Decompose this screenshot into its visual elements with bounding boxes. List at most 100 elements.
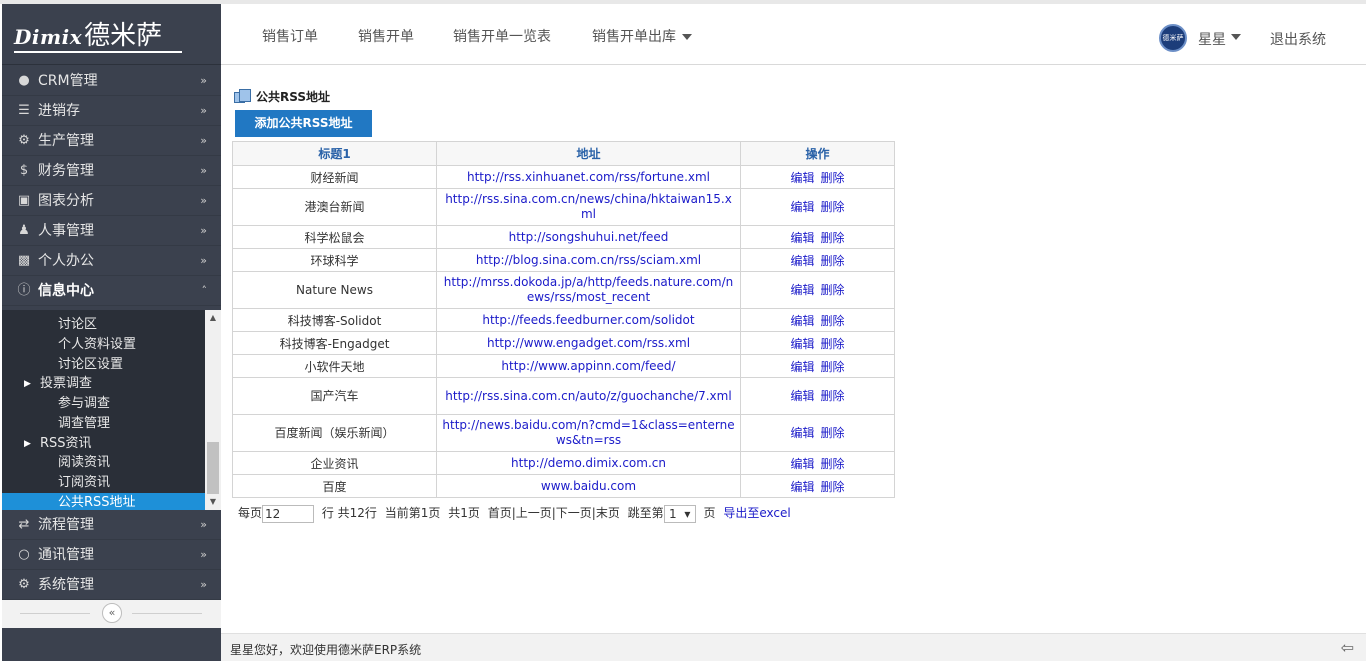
add-public-rss-button[interactable]: 添加公共RSS地址 bbox=[235, 110, 372, 137]
edit-link[interactable]: 编辑 bbox=[790, 200, 814, 214]
chevron-down-icon: » bbox=[200, 254, 207, 267]
submenu-item-subscribe-news[interactable]: 订阅资讯 bbox=[2, 473, 205, 493]
delete-link[interactable]: 删除 bbox=[821, 360, 845, 374]
sidebar-item-label: 进销存 bbox=[38, 103, 80, 119]
sidebar-item-finance[interactable]: $ 财务管理 » bbox=[2, 156, 221, 186]
delete-link[interactable]: 删除 bbox=[821, 480, 845, 494]
delete-link[interactable]: 删除 bbox=[821, 254, 845, 268]
jump-page-select[interactable]: 1 ▾ bbox=[663, 504, 696, 523]
scroll-down-icon[interactable]: ▼ bbox=[205, 494, 221, 510]
delete-link[interactable]: 删除 bbox=[821, 283, 845, 297]
rss-url-cell[interactable]: www.baidu.com bbox=[436, 474, 741, 498]
edit-link[interactable]: 编辑 bbox=[790, 480, 814, 494]
nav-sales-billing-list[interactable]: 销售开单一览表 bbox=[453, 26, 551, 46]
submenu-item-forum-settings[interactable]: 讨论区设置 bbox=[2, 355, 205, 375]
rss-title-cell: 科学松鼠会 bbox=[232, 225, 437, 249]
page-nav-links[interactable]: 首页|上一页|下一页|末页 bbox=[488, 506, 620, 520]
caret-down-icon[interactable] bbox=[1231, 34, 1241, 40]
delete-link[interactable]: 删除 bbox=[821, 426, 845, 440]
edit-link[interactable]: 编辑 bbox=[790, 231, 814, 245]
rss-url-cell[interactable]: http://feeds.feedburner.com/solidot bbox=[436, 308, 741, 332]
delete-link[interactable]: 删除 bbox=[821, 171, 845, 185]
nav-sales-order[interactable]: 销售订单 bbox=[262, 26, 318, 46]
chevron-down-icon: » bbox=[200, 74, 207, 87]
sidebar-item-inventory[interactable]: ☰ 进销存 » bbox=[2, 96, 221, 126]
delete-link[interactable]: 删除 bbox=[821, 314, 845, 328]
sidebar-item-charts[interactable]: ▣ 图表分析 » bbox=[2, 186, 221, 216]
back-arrow-icon[interactable]: ⇦ bbox=[1341, 638, 1354, 657]
edit-link[interactable]: 编辑 bbox=[790, 389, 814, 403]
submenu-item-public-rss[interactable]: 公共RSS地址 bbox=[2, 493, 205, 510]
logout-link[interactable]: 退出系统 bbox=[1270, 29, 1326, 49]
rss-url-cell[interactable]: http://rss.sina.com.cn/news/china/hktaiw… bbox=[436, 188, 741, 226]
edit-link[interactable]: 编辑 bbox=[790, 426, 814, 440]
sidebar-item-hr[interactable]: ♟ 人事管理 » bbox=[2, 216, 221, 246]
edit-link[interactable]: 编辑 bbox=[790, 283, 814, 297]
collapse-sidebar-icon[interactable]: « bbox=[102, 603, 122, 623]
chevron-down-icon: » bbox=[200, 224, 207, 237]
delete-link[interactable]: 删除 bbox=[821, 337, 845, 351]
edit-link[interactable]: 编辑 bbox=[790, 254, 814, 268]
submenu-item-survey-manage[interactable]: 调查管理 bbox=[2, 414, 205, 434]
chevron-down-icon: » bbox=[200, 134, 207, 147]
nav-sales-billing-outbound[interactable]: 销售开单出库 bbox=[592, 26, 692, 46]
sidebar-item-production[interactable]: ⚙ 生产管理 » bbox=[2, 126, 221, 156]
column-header-title[interactable]: 标题1 bbox=[232, 141, 437, 166]
edit-link[interactable]: 编辑 bbox=[790, 314, 814, 328]
rss-url-cell[interactable]: http://news.baidu.com/n?cmd=1&class=ente… bbox=[436, 414, 741, 452]
export-excel-link[interactable]: 导出至excel bbox=[723, 506, 790, 520]
column-header-url[interactable]: 地址 bbox=[436, 141, 741, 166]
rss-title-cell: 小软件天地 bbox=[232, 354, 437, 378]
delete-link[interactable]: 删除 bbox=[821, 231, 845, 245]
submenu-group-vote[interactable]: ▶ 投票调查 bbox=[2, 374, 205, 394]
rss-title-cell: 企业资讯 bbox=[232, 451, 437, 475]
sidebar-item-info-center[interactable]: ⓘ 信息中心 ˄ bbox=[2, 276, 221, 306]
submenu-item-forum[interactable]: 讨论区 bbox=[2, 315, 205, 335]
rss-url-cell[interactable]: http://www.appinn.com/feed/ bbox=[436, 354, 741, 378]
rss-url-cell[interactable]: http://www.engadget.com/rss.xml bbox=[436, 331, 741, 355]
rss-url-cell[interactable]: http://rss.sina.com.cn/auto/z/guochanche… bbox=[436, 377, 741, 415]
sidebar-item-workflow[interactable]: ⇄ 流程管理 » bbox=[2, 510, 221, 540]
rss-url-cell[interactable]: http://rss.xinhuanet.com/rss/fortune.xml bbox=[436, 165, 741, 189]
rss-actions-cell: 编辑 删除 bbox=[740, 331, 895, 355]
submenu-item-read-news[interactable]: 阅读资讯 bbox=[2, 453, 205, 473]
per-page-input[interactable]: 12 bbox=[262, 504, 315, 523]
rss-title-cell: 财经新闻 bbox=[232, 165, 437, 189]
sidebar-item-label: 图表分析 bbox=[38, 193, 94, 209]
scroll-up-icon[interactable]: ▲ bbox=[205, 310, 221, 326]
submenu-scrollbar[interactable]: ▲ ▼ bbox=[205, 310, 221, 510]
current-page-text: 当前第1页 bbox=[384, 506, 441, 520]
exchange-icon: ⇄ bbox=[18, 517, 30, 532]
sidebar-item-label: 人事管理 bbox=[38, 223, 94, 239]
sidebar-item-office[interactable]: ▩ 个人办公 » bbox=[2, 246, 221, 276]
rss-url-cell[interactable]: http://blog.sina.com.cn/rss/sciam.xml bbox=[436, 248, 741, 272]
nav-label: 销售开单出库 bbox=[592, 29, 676, 45]
edit-link[interactable]: 编辑 bbox=[790, 171, 814, 185]
edit-link[interactable]: 编辑 bbox=[790, 360, 814, 374]
delete-link[interactable]: 删除 bbox=[821, 200, 845, 214]
table-row: 科技博客-Engadget http://www.engadget.com/rss… bbox=[232, 331, 895, 355]
app-root: Dimix德米萨 ● CRM管理 » ☰ 进销存 » ⚙ 生产管理 » $ 财务… bbox=[0, 0, 1366, 661]
submenu-item-join-survey[interactable]: 参与调查 bbox=[2, 394, 205, 414]
rss-url-cell[interactable]: http://demo.dimix.com.cn bbox=[436, 451, 741, 475]
sidebar-item-system[interactable]: ⚙ 系统管理 » bbox=[2, 570, 221, 600]
submenu-group-rss[interactable]: ▶ RSS资讯 bbox=[2, 434, 205, 454]
sidebar-item-crm[interactable]: ● CRM管理 » bbox=[2, 66, 221, 96]
user-menu[interactable]: 星星 bbox=[1198, 29, 1226, 49]
delete-link[interactable]: 删除 bbox=[821, 457, 845, 471]
caret-right-icon: ▶ bbox=[24, 379, 31, 389]
jump-label: 跳至第 bbox=[627, 506, 664, 520]
edit-link[interactable]: 编辑 bbox=[790, 457, 814, 471]
rss-url-cell[interactable]: http://songshuhui.net/feed bbox=[436, 225, 741, 249]
scrollbar-thumb[interactable] bbox=[207, 442, 219, 494]
logo[interactable]: Dimix德米萨 bbox=[2, 4, 221, 65]
rss-url-cell[interactable]: http://mrss.dokoda.jp/a/http/feeds.natur… bbox=[436, 271, 741, 309]
rss-title-cell: 国产汽车 bbox=[232, 377, 437, 415]
sidebar-item-communication[interactable]: ○ 通讯管理 » bbox=[2, 540, 221, 570]
delete-link[interactable]: 删除 bbox=[821, 389, 845, 403]
table-row: 环球科学 http://blog.sina.com.cn/rss/sciam.xm… bbox=[232, 248, 895, 272]
avatar[interactable]: 德米萨 bbox=[1159, 24, 1187, 52]
submenu-item-profile-settings[interactable]: 个人资料设置 bbox=[2, 335, 205, 355]
edit-link[interactable]: 编辑 bbox=[790, 337, 814, 351]
nav-sales-billing[interactable]: 销售开单 bbox=[358, 26, 414, 46]
